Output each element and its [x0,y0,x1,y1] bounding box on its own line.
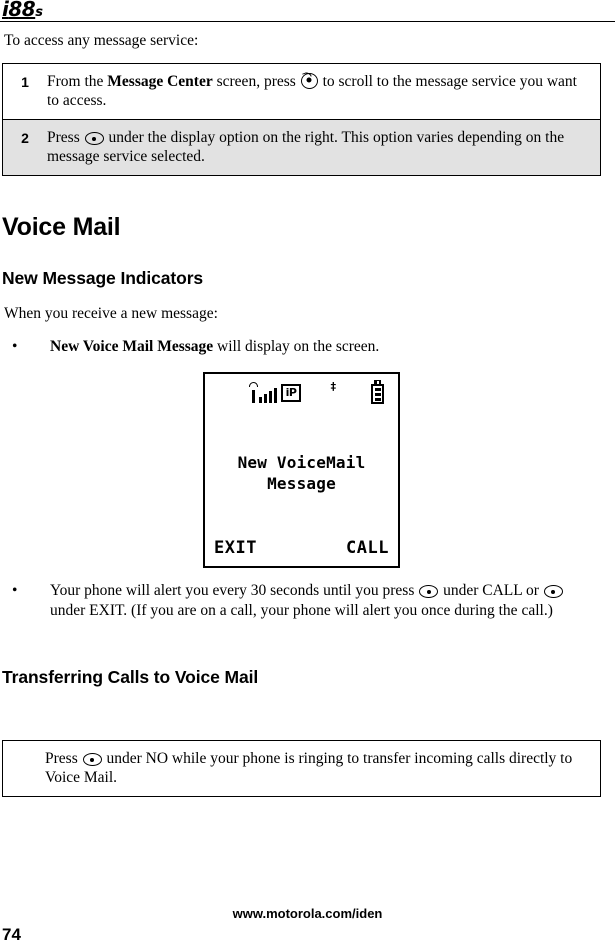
message-waiting-icon: ‡ [330,380,337,393]
bullet-marker: • [12,582,18,599]
manual-page: i88s To access any message service: 1 Fr… [0,0,615,949]
select-key-icon [82,753,102,766]
bullet2-part3: under EXIT. (If you are on a call, your … [50,601,553,619]
bullet2-part1: Your phone will alert you every 30 secon… [50,582,419,599]
step1-bold-term: Message Center [107,73,213,90]
list-item: • Your phone will alert you every 30 seco… [4,581,600,620]
antenna-top [249,382,258,387]
subsection-heading-new-message-indicators: New Message Indicators [2,268,204,288]
bullet2-part2: under CALL or [439,582,543,599]
softkey-right-call[interactable]: CALL [346,538,389,558]
phone-screen-illustration: iP ‡ New VoiceMail Message EXIT CALL [203,372,400,568]
signal-strength-icon [249,382,279,404]
lcd-message-line2: Message [267,474,336,493]
section-heading-voice-mail: Voice Mail [2,213,121,241]
signal-bar-4 [274,388,277,403]
step1-text-after: screen, press [212,73,300,90]
signal-bar-3 [269,391,272,403]
logo-suffix: s [35,5,43,20]
logo-model-number: 88 [8,0,36,21]
paragraph-when-receive: When you receive a new message: [4,305,218,322]
signal-bar-2 [264,394,267,403]
footer-url: www.motorola.com/iden [232,906,383,921]
step-text: From the Message Center screen, press to… [47,64,600,119]
intro-paragraph: To access any message service: [4,32,199,49]
select-key-icon [543,585,563,598]
select-key-icon [419,585,439,598]
signal-bar-1 [259,397,262,403]
bullet-marker: • [12,338,18,355]
list-item: • New Voice Mail Message will display on … [4,337,600,357]
step-text: Press under the display option on the ri… [47,120,600,175]
subsection-heading-transferring-calls: Transferring Calls to Voice Mail [2,667,259,687]
step2-text-before: Press [47,129,84,146]
bullet1-bold-term: New Voice Mail Message [50,338,214,355]
procedure-table: 1 From the Message Center screen, press … [2,63,601,176]
step-number: 1 [21,74,29,90]
battery-icon [371,380,384,404]
ip-packet-data-icon: iP [281,384,301,402]
note-part2: under NO while your phone is ringing to … [45,750,573,786]
lcd-softkey-bar: EXIT CALL [205,538,398,558]
lcd-message-line1: New VoiceMail [237,453,366,472]
battery-segment [374,392,381,396]
lcd-status-bar: iP ‡ [205,380,398,406]
step1-text-before: From the [47,73,108,90]
header-divider [0,21,615,22]
battery-segment [374,387,381,391]
battery-segment [374,397,381,401]
battery-body [371,384,384,404]
step2-text-end: under the display option on the right. T… [47,129,565,165]
softkey-left-exit[interactable]: EXIT [214,538,257,558]
table-row: 1 From the Message Center screen, press … [3,64,600,119]
navigation-disc-key-icon [300,73,318,89]
lcd-message-text: New VoiceMail Message [205,452,398,494]
select-key-icon [84,132,104,145]
note-box: Press under NO while your phone is ringi… [2,740,601,797]
table-row: 2 Press under the display option on the … [3,119,600,175]
page-header: i88s [0,0,615,24]
step-number: 2 [21,130,29,146]
note-part1: Press [45,750,82,767]
antenna-mast [252,390,255,403]
bullet1-rest: will display on the screen. [213,338,380,355]
page-number: 74 [2,925,21,944]
